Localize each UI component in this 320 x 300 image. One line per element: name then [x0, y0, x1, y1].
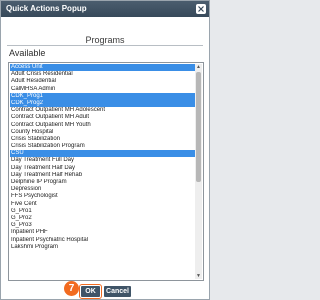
section-divider [7, 45, 203, 46]
cancel-button[interactable]: Cancel [104, 286, 131, 297]
available-label: Available [9, 48, 46, 58]
ok-button[interactable]: OK [79, 284, 102, 299]
list-item[interactable]: Access Unit [10, 64, 195, 72]
popup-title: Quick Actions Popup [6, 4, 87, 13]
list-item[interactable]: Delphine IP Program [10, 179, 195, 186]
close-icon [198, 6, 204, 12]
list-item[interactable]: CDK_Prog1 [10, 92, 195, 100]
list-item[interactable]: Day Treatment Half Day [10, 165, 195, 172]
list-item[interactable]: Inpatient PHF [10, 229, 195, 236]
section-title: Programs [85, 35, 125, 45]
list-item[interactable]: G_Pro3 [10, 222, 195, 229]
list-item[interactable]: Adult Crisis Residential [10, 71, 195, 78]
list-item[interactable]: G_Pro1 [10, 208, 195, 215]
list-item[interactable]: CalMHSA Admin [10, 86, 195, 93]
list-item[interactable]: Day Treatment Half Rehab [10, 172, 195, 179]
popup-titlebar: Quick Actions Popup [1, 1, 209, 17]
list-item[interactable]: Contract Outpatient MH Adult [10, 114, 195, 121]
programs-listbox[interactable]: Access Unit Adult Crisis Residential Adult… [8, 62, 204, 281]
list-item[interactable]: Contract Outpatient MH Adolescent [10, 107, 195, 114]
scroll-up-arrow-icon[interactable]: ▲ [195, 64, 202, 70]
quick-actions-popup: Quick Actions Popup Programs Available A… [0, 0, 210, 300]
close-button[interactable] [196, 4, 206, 14]
list-item[interactable]: County Hospital [10, 129, 195, 136]
list-item[interactable]: Depression [10, 186, 195, 193]
scroll-down-arrow-icon[interactable]: ▼ [195, 273, 202, 279]
scroll-thumb[interactable] [196, 72, 201, 182]
list-item[interactable]: FFS Psychologist [10, 193, 195, 200]
list-item[interactable]: Five Cent [10, 201, 195, 208]
list-item[interactable]: Day Treatment Full Day [10, 157, 195, 164]
list-item[interactable]: CSU [10, 150, 195, 158]
list-item[interactable]: Contract Outpatient MH Youth [10, 122, 195, 129]
list-item[interactable]: Inpatient Psychiatric Hospital [10, 237, 195, 244]
programs-list: Access Unit Adult Crisis Residential Adult… [10, 64, 195, 251]
step-badge: 7 [64, 281, 79, 296]
list-item[interactable]: G_Pro2 [10, 215, 195, 222]
list-item[interactable]: Crisis Stabilization Program [10, 143, 195, 150]
list-item[interactable]: Crisis Stabilization [10, 136, 195, 143]
list-item[interactable]: Adult Residential [10, 78, 195, 85]
list-item[interactable]: CDK_Prog2 [10, 99, 195, 108]
listbox-scrollbar[interactable]: ▲ ▼ [195, 64, 202, 279]
list-item[interactable]: Lakshmi Program [10, 244, 195, 251]
